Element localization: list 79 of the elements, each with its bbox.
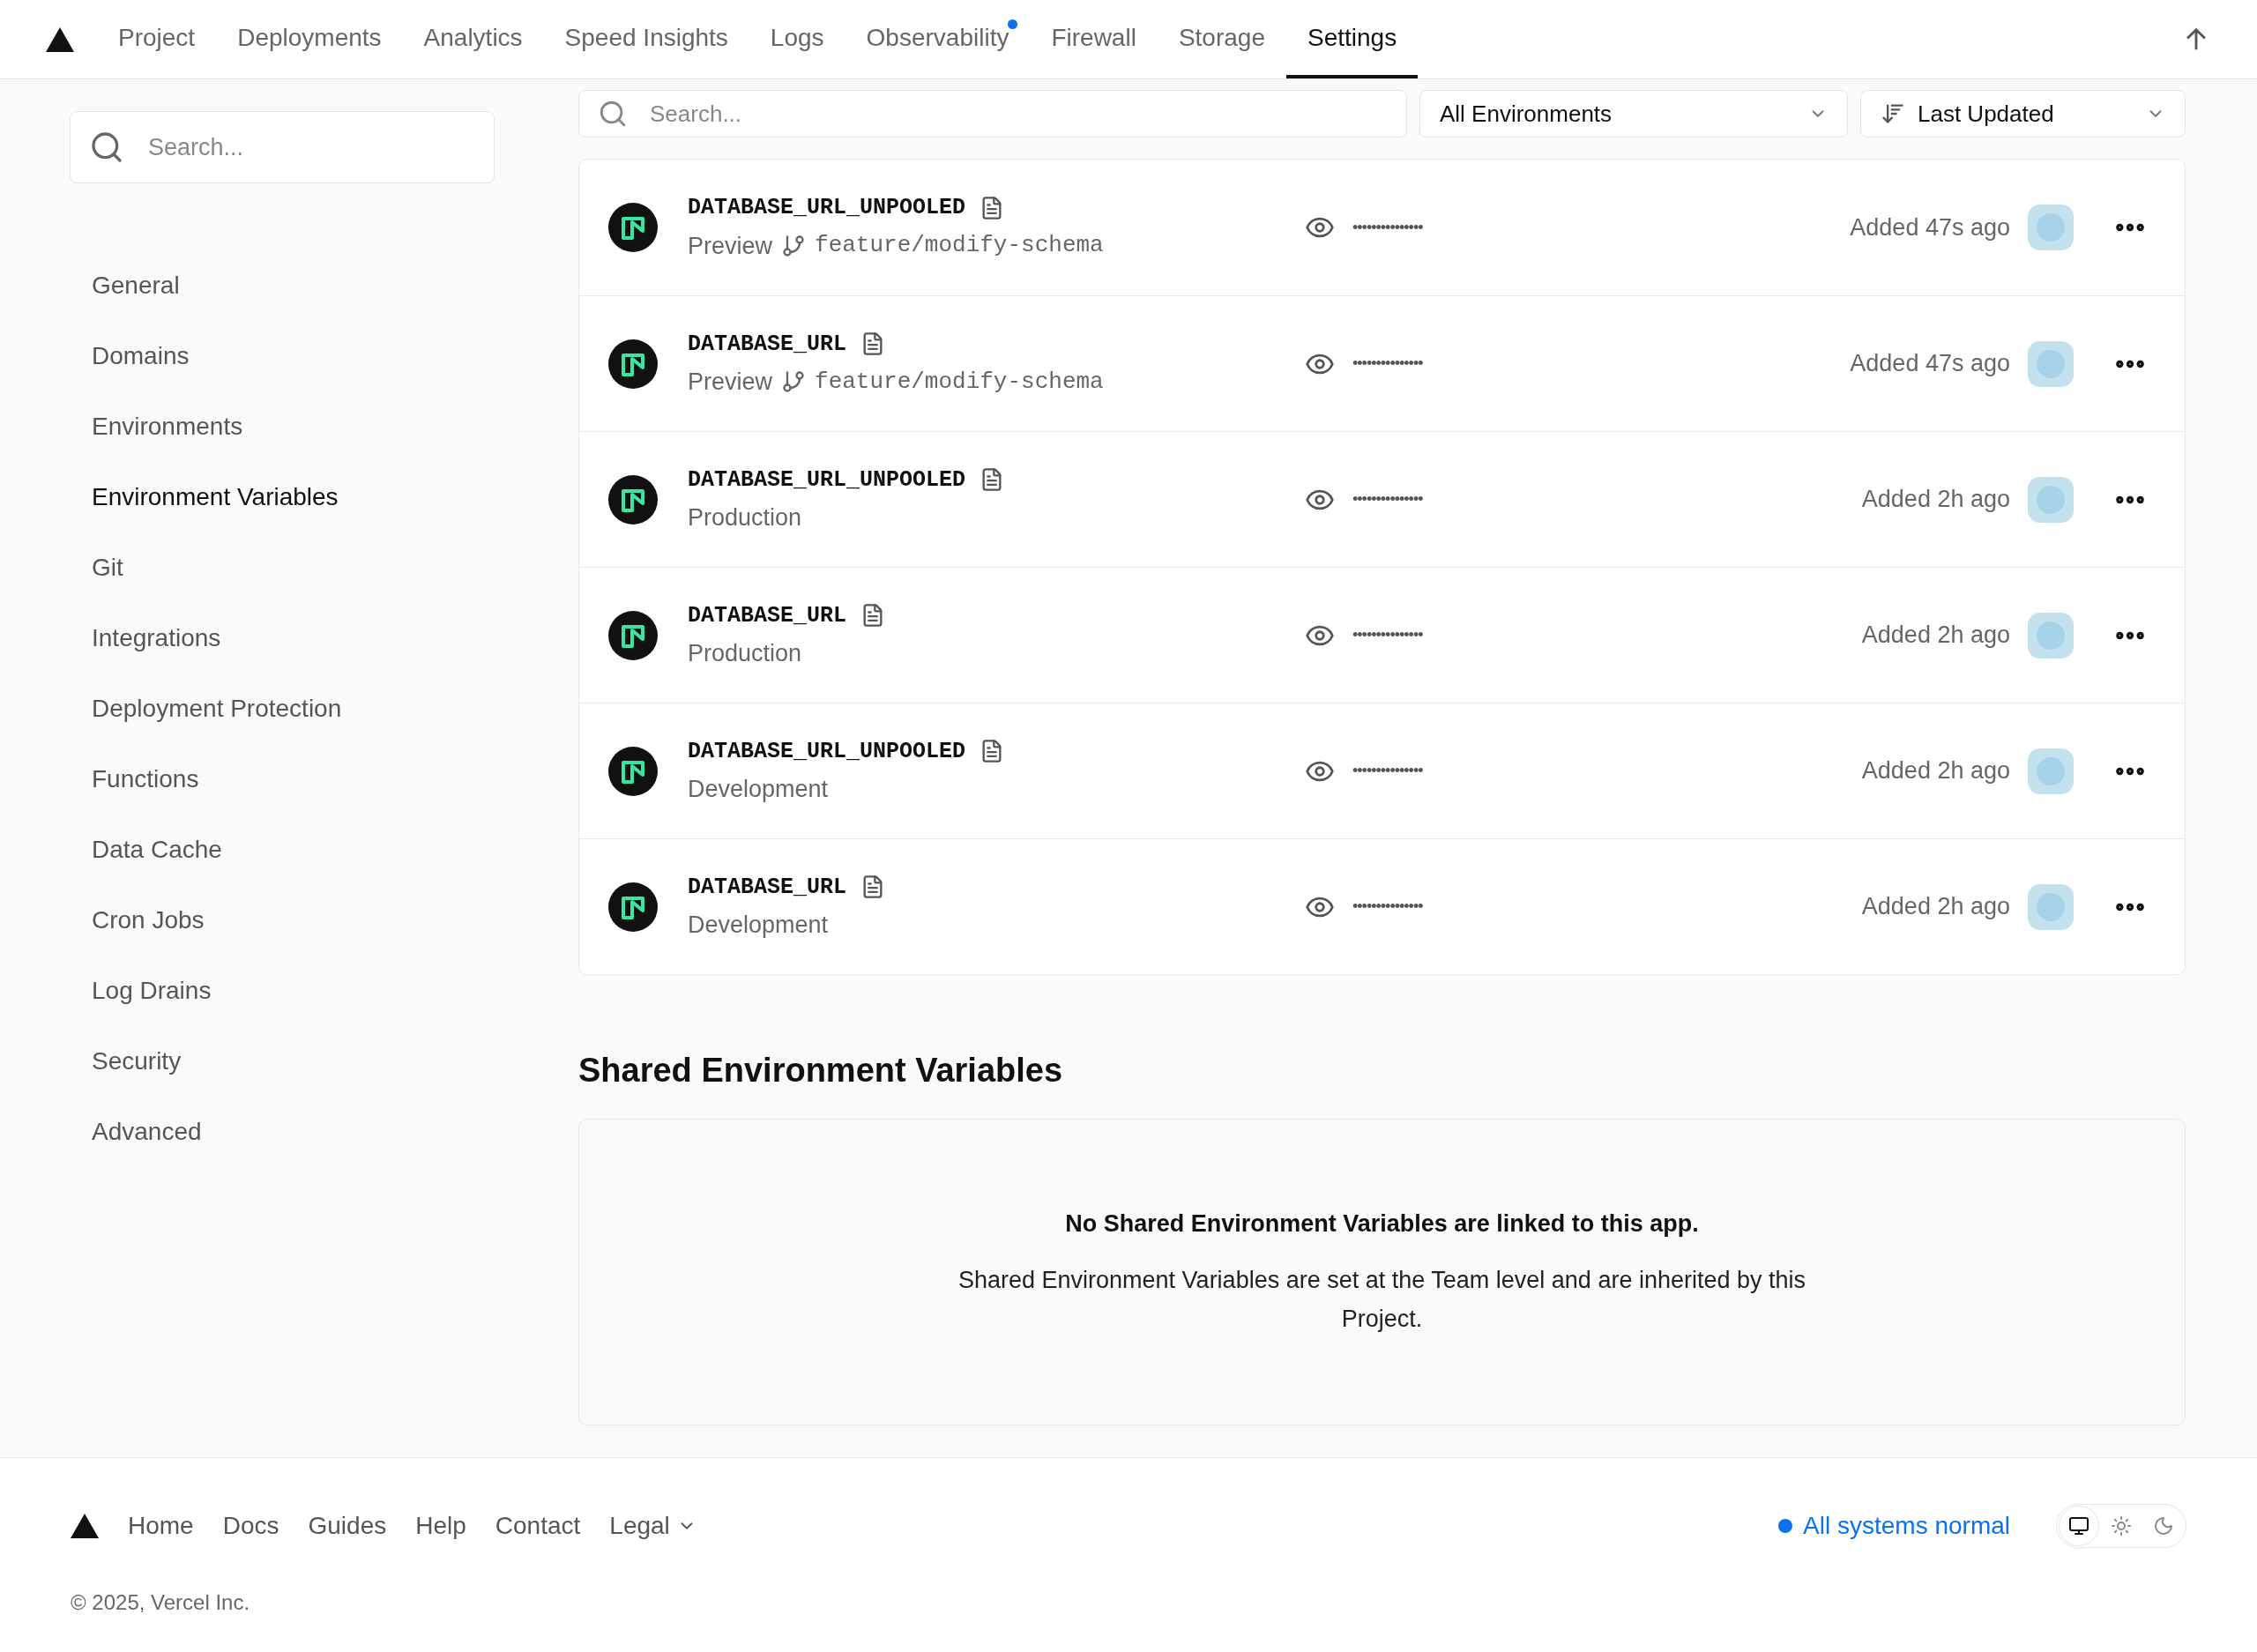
database-logo-icon [608, 339, 658, 389]
nav-tab[interactable]: Firewall [1030, 0, 1158, 78]
empty-state-title: No Shared Environment Variables are linked to this app. [1065, 1209, 1699, 1239]
environment-label: Production [688, 639, 802, 668]
hidden-value: ••••••••••••••• [1352, 625, 1423, 645]
footer-link[interactable]: Contact [495, 1507, 581, 1544]
copyright: © 2025, Vercel Inc. [71, 1589, 251, 1616]
nav-tab[interactable]: Deployments [216, 0, 403, 78]
sidebar-item[interactable]: Domains [70, 321, 190, 391]
footer-link[interactable]: Help [415, 1507, 466, 1544]
empty-state-text: Shared Environment Variables are set at the Team level and are inherited by this Project. [957, 1266, 1806, 1335]
database-logo-icon [608, 746, 658, 796]
database-logo-icon [608, 203, 658, 252]
search-icon [598, 99, 628, 129]
search-icon [89, 130, 124, 165]
sidebar-item[interactable]: Log Drains [70, 956, 212, 1026]
branch-name: feature/modify-schema [815, 231, 1104, 261]
hidden-value: ••••••••••••••• [1352, 353, 1423, 374]
hidden-value: ••••••••••••••• [1352, 897, 1423, 917]
sidebar-item[interactable]: Environment Variables [70, 462, 339, 532]
added-time: Added 47s ago [1850, 349, 2010, 379]
nav-tab[interactable]: Storage [1157, 0, 1286, 78]
environment-select[interactable]: All Environments [1419, 90, 1848, 138]
branch-icon [781, 369, 807, 395]
nav-tab[interactable]: Analytics [402, 0, 544, 78]
added-time: Added 2h ago [1861, 892, 2010, 922]
branch-icon [781, 233, 807, 258]
environment-label: Development [688, 775, 829, 804]
monitor-icon [2068, 1515, 2089, 1537]
sidebar-item[interactable]: Advanced [70, 1097, 202, 1167]
added-time: Added 2h ago [1861, 621, 2010, 651]
nav-tab[interactable]: Project [97, 0, 217, 78]
hidden-value: ••••••••••••••• [1352, 761, 1423, 781]
added-time: Added 2h ago [1861, 756, 2010, 786]
added-time: Added 2h ago [1861, 485, 2010, 515]
environment-label: Preview [688, 368, 773, 397]
sidebar-item[interactable]: Security [70, 1026, 182, 1097]
sun-icon [2111, 1515, 2132, 1537]
sidebar-item[interactable]: General [70, 250, 180, 321]
variable-name: DATABASE_URL_UNPOOLED [688, 737, 966, 766]
filter-search-field[interactable]: Search... [578, 90, 1407, 138]
database-logo-icon [608, 610, 658, 660]
sort-select[interactable]: Last Updated [1860, 90, 2186, 138]
footer-link[interactable]: Guides [308, 1507, 387, 1544]
variable-name: DATABASE_URL [688, 873, 847, 902]
legal-menu[interactable]: Legal [609, 1507, 696, 1544]
environment-label: Production [688, 503, 802, 532]
variable-name: DATABASE_URL_UNPOOLED [688, 194, 966, 222]
sidebar-item[interactable]: Cron Jobs [70, 885, 205, 956]
moon-icon [2153, 1515, 2174, 1537]
sidebar-item[interactable]: Deployment Protection [70, 673, 342, 744]
hidden-value: ••••••••••••••• [1352, 217, 1423, 238]
added-time: Added 47s ago [1850, 212, 2010, 242]
sidebar-item[interactable]: Functions [70, 744, 199, 815]
theme-button[interactable] [2059, 1506, 2099, 1546]
variable-name: DATABASE_URL_UNPOOLED [688, 465, 966, 495]
nav-tab[interactable]: Speed Insights [543, 0, 749, 78]
status-link[interactable]: All systems normal [1803, 1507, 2010, 1544]
sidebar-item[interactable]: Data Cache [70, 815, 222, 885]
environment-label: Preview [688, 231, 773, 261]
footer-link[interactable]: Home [128, 1507, 194, 1544]
database-logo-icon [608, 882, 658, 932]
footer-link[interactable]: Docs [222, 1507, 279, 1544]
logo-icon[interactable] [71, 1514, 99, 1538]
hidden-value: ••••••••••••••• [1352, 489, 1423, 510]
sidebar-item[interactable]: Git [70, 532, 123, 603]
sidebar-item[interactable]: Integrations [70, 603, 221, 673]
nav-tab[interactable]: Settings [1285, 0, 1419, 78]
branch-name: feature/modify-schema [815, 367, 1104, 397]
logo-icon[interactable] [46, 26, 74, 52]
section-title: Shared Environment Variables [578, 1051, 1064, 1090]
variable-name: DATABASE_URL [688, 330, 847, 359]
nav-tab[interactable]: Observability [845, 0, 1031, 78]
nav-tab[interactable]: Logs [749, 0, 845, 78]
variable-name: DATABASE_URL [688, 601, 847, 630]
database-logo-icon [608, 474, 658, 525]
sidebar-item[interactable]: Environments [70, 391, 243, 462]
environment-label: Development [688, 911, 829, 940]
search-field[interactable]: Search... [70, 111, 495, 183]
